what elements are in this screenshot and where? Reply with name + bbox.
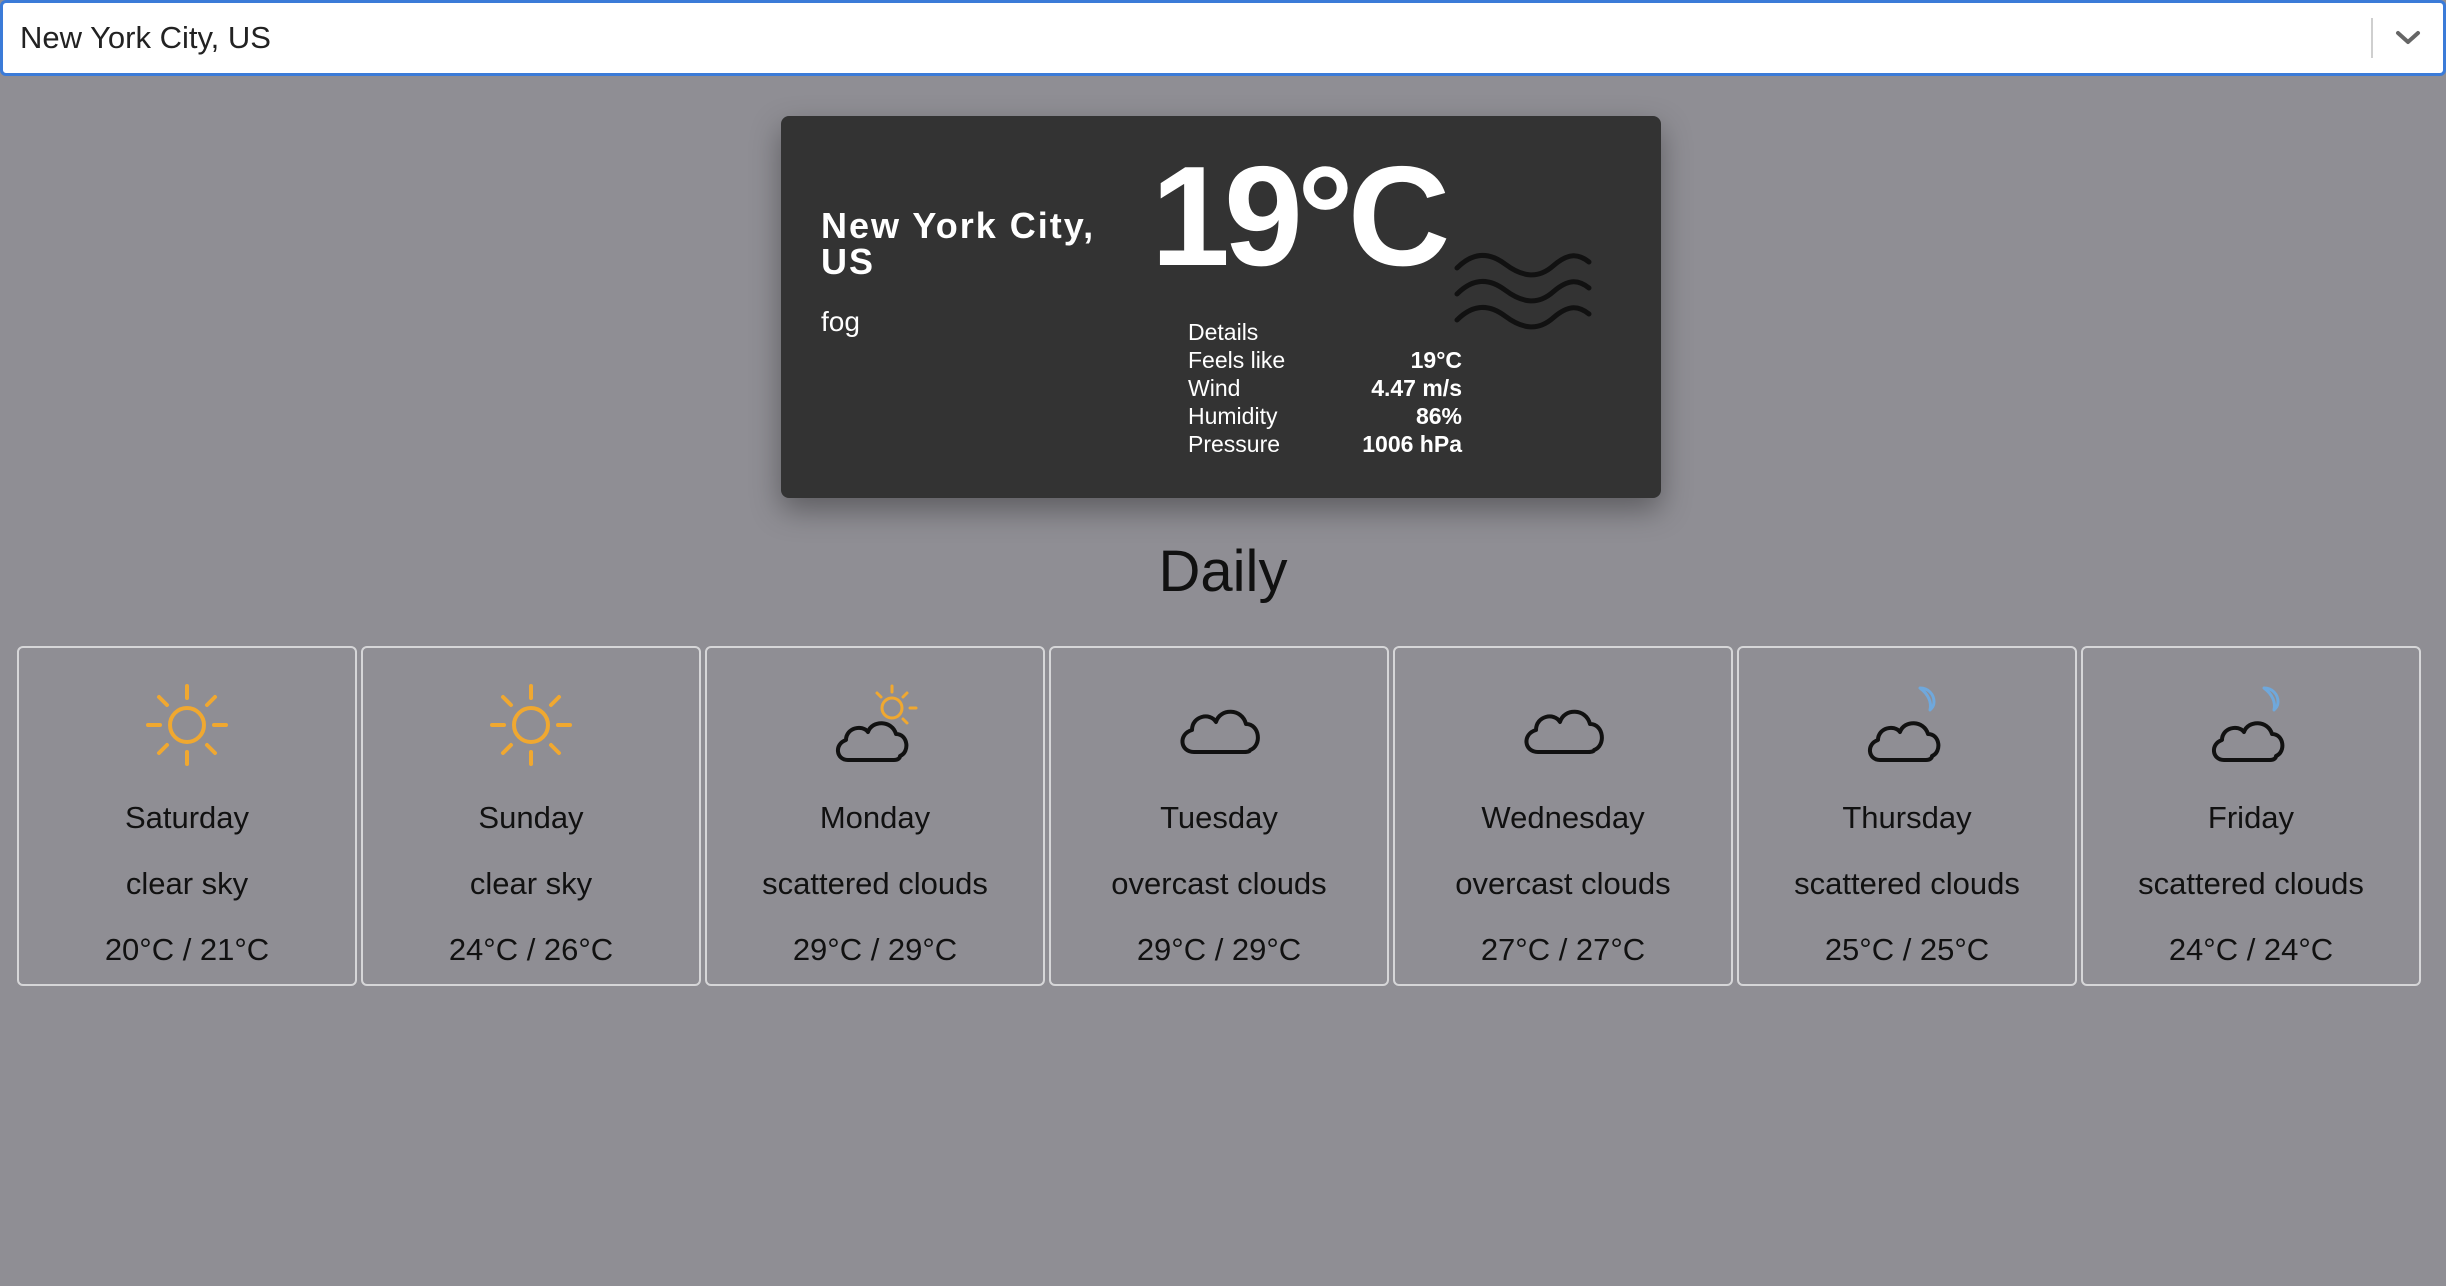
- fog-icon: [1453, 250, 1593, 339]
- details-panel: Details Feels like 19°C Wind 4.47 m/s Hu…: [1188, 318, 1462, 458]
- details-heading: Details: [1188, 319, 1259, 345]
- forecast-day: Wednesday: [1481, 800, 1645, 835]
- sun-icon: [363, 680, 699, 770]
- forecast-desc: scattered clouds: [762, 866, 988, 901]
- current-city: New York City, US: [821, 205, 1096, 282]
- current-temperature: 19°C: [1151, 137, 1450, 296]
- forecast-day: Thursday: [1842, 800, 1972, 835]
- forecast-card-saturday: Saturday clear sky 20°C / 21°C: [17, 646, 357, 986]
- details-label: Wind: [1188, 375, 1241, 401]
- forecast-card-monday: Monday scattered clouds 29°C / 29°C: [705, 646, 1045, 986]
- forecast-card-sunday: Sunday clear sky 24°C / 26°C: [361, 646, 701, 986]
- forecast-day: Tuesday: [1160, 800, 1278, 835]
- cloud-sun-icon: [707, 680, 1043, 770]
- forecast-desc: clear sky: [125, 866, 249, 901]
- forecast-card-friday: Friday scattered clouds 24°C / 24°C: [2081, 646, 2421, 986]
- details-value: 19°C: [1410, 347, 1462, 373]
- details-value: 4.47 m/s: [1371, 375, 1462, 401]
- forecast-temp: 29°C / 29°C: [792, 932, 958, 967]
- chevron-down-icon[interactable]: [2373, 3, 2443, 73]
- details-row-feels-like: Feels like 19°C: [1188, 346, 1462, 374]
- forecast-day: Friday: [2207, 800, 2295, 835]
- cloud-moon-icon: [2083, 680, 2419, 770]
- forecast-desc: overcast clouds: [1111, 866, 1327, 901]
- details-label: Pressure: [1188, 431, 1281, 457]
- details-label: Humidity: [1188, 403, 1278, 429]
- forecast-card-thursday: Thursday scattered clouds 25°C / 25°C: [1737, 646, 2077, 986]
- forecast-day: Saturday: [124, 800, 250, 835]
- forecast-desc: overcast clouds: [1455, 866, 1671, 901]
- forecast-temp: 20°C / 21°C: [104, 932, 270, 967]
- daily-forecast-list: Saturday clear sky 20°C / 21°C Sunday cl…: [17, 646, 2425, 986]
- forecast-day: Monday: [819, 800, 931, 835]
- details-value: 86%: [1415, 403, 1462, 429]
- forecast-temp: 24°C / 26°C: [448, 932, 614, 967]
- forecast-desc: scattered clouds: [2138, 866, 2364, 901]
- details-label: Feels like: [1188, 347, 1286, 373]
- forecast-card-tuesday: Tuesday overcast clouds 29°C / 29°C: [1049, 646, 1389, 986]
- cloud-icon: [1051, 680, 1387, 770]
- daily-title: Daily: [1158, 539, 1288, 604]
- forecast-temp: 29°C / 29°C: [1136, 932, 1302, 967]
- location-select[interactable]: New York City, US: [0, 0, 2446, 76]
- current-weather-card: New York City, US fog 19°C Details Feels…: [781, 116, 1661, 498]
- cloud-icon: [1395, 680, 1731, 770]
- current-condition: fog: [821, 306, 860, 337]
- forecast-desc: clear sky: [469, 866, 593, 901]
- forecast-temp: 27°C / 27°C: [1480, 932, 1646, 967]
- details-row-pressure: Pressure 1006 hPa: [1188, 430, 1462, 458]
- details-row-wind: Wind 4.47 m/s: [1188, 374, 1462, 402]
- forecast-desc: scattered clouds: [1794, 866, 2020, 901]
- cloud-moon-icon: [1739, 680, 2075, 770]
- details-row-humidity: Humidity 86%: [1188, 402, 1462, 430]
- forecast-card-wednesday: Wednesday overcast clouds 27°C / 27°C: [1393, 646, 1733, 986]
- details-value: 1006 hPa: [1362, 431, 1462, 457]
- forecast-day: Sunday: [478, 800, 584, 835]
- location-select-value[interactable]: New York City, US: [3, 20, 2371, 56]
- sun-icon: [19, 680, 355, 770]
- forecast-temp: 24°C / 24°C: [2168, 932, 2334, 967]
- forecast-temp: 25°C / 25°C: [1824, 932, 1990, 967]
